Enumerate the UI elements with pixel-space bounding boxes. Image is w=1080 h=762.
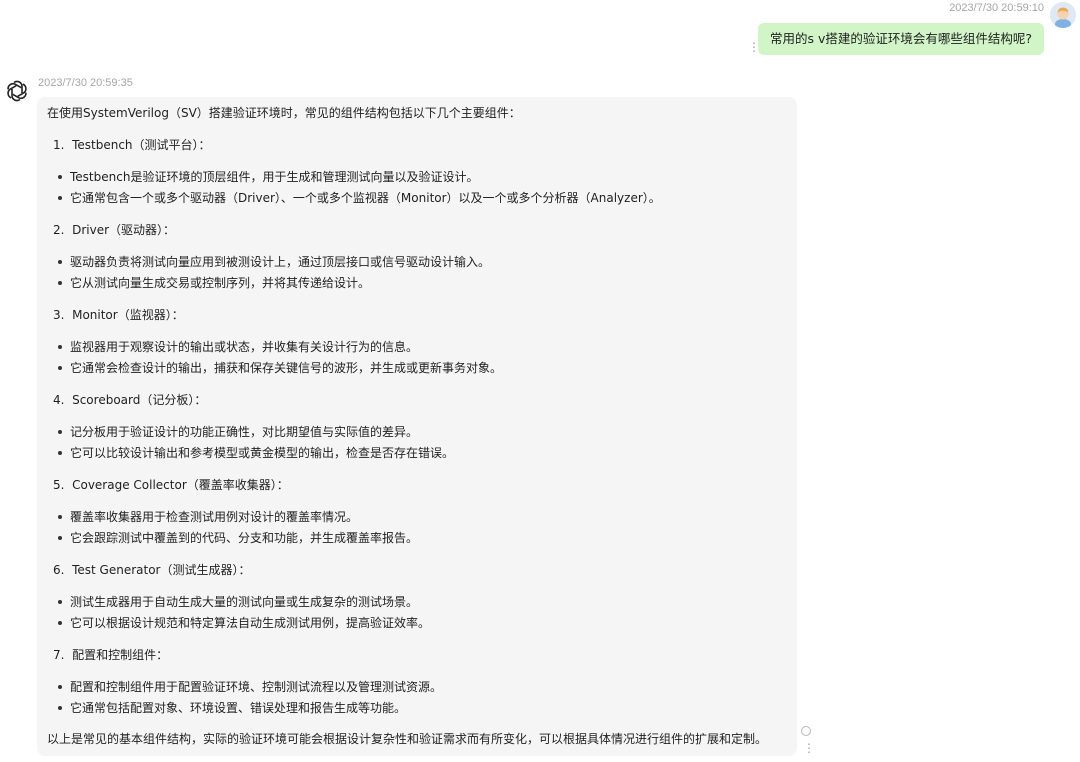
bullet-icon [58, 536, 62, 540]
list-item: 它从测试向量生成交易或控制序列，并将其传递给设计。 [70, 276, 371, 290]
bullet-icon [58, 260, 62, 264]
list-item: 它通常包含一个或多个驱动器（Driver）、一个或多个监视器（Monitor）以… [70, 191, 661, 205]
list-item: 覆盖率收集器用于检查测试用例对设计的覆盖率情况。 [70, 510, 359, 524]
bullet-icon [58, 175, 62, 179]
more-vertical-icon[interactable]: ⋮ [803, 742, 815, 754]
intro-text: 在使用SystemVerilog（SV）搭建验证环境时，常见的组件结构包括以下几… [47, 106, 521, 120]
list-item: 记分板用于验证设计的功能正确性，对比期望值与实际值的差异。 [70, 425, 419, 439]
list-item: 监视器用于观察设计的输出或状态，并收集有关设计行为的信息。 [70, 340, 419, 354]
list-item: 配置和控制组件用于配置验证环境、控制测试流程以及管理测试资源。 [70, 680, 443, 694]
bullet-icon [58, 196, 62, 200]
list-item: 驱动器负责将测试向量应用到被测设计上，通过顶层接口或信号驱动设计输入。 [70, 255, 491, 269]
section-heading: 3. Monitor（监视器）： [53, 308, 184, 322]
list-item: 它通常会检查设计的输出，捕获和保存关键信号的波形，并生成或更新事务对象。 [70, 361, 503, 375]
assistant-message-timestamp: 2023/7/30 20:59:35 [38, 77, 133, 89]
list-item: 它会跟踪测试中覆盖到的代码、分支和功能，并生成覆盖率报告。 [70, 531, 419, 545]
list-item: Testbench是验证环境的顶层组件，用于生成和管理测试向量以及验证设计。 [70, 170, 479, 184]
more-vertical-icon[interactable]: ⋮ [748, 41, 760, 53]
openai-logo-icon [4, 78, 30, 104]
bullet-icon [58, 600, 62, 604]
list-item: 它可以根据设计规范和特定算法自动生成测试用例，提高验证效率。 [70, 616, 431, 630]
user-message-bubble: 常用的s v搭建的验证环境会有哪些组件结构呢? [757, 23, 1044, 55]
bullet-icon [58, 281, 62, 285]
user-message-timestamp: 2023/7/30 20:59:10 [949, 2, 1044, 14]
bullet-icon [58, 685, 62, 689]
bullet-icon [58, 706, 62, 710]
assistant-message-bubble: 在使用SystemVerilog（SV）搭建验证环境时，常见的组件结构包括以下几… [37, 97, 797, 756]
section-heading: 2. Driver（驱动器）： [53, 223, 176, 237]
section-heading: 6. Test Generator（测试生成器）： [53, 563, 251, 577]
user-avatar-icon[interactable] [1050, 2, 1076, 28]
section-heading: 4. Scoreboard（记分板）： [53, 393, 207, 407]
bullet-icon [58, 515, 62, 519]
section-heading: 7. 配置和控制组件： [53, 648, 169, 662]
section-heading: 5. Coverage Collector（覆盖率收集器）： [53, 478, 289, 492]
section-heading: 1. Testbench（测试平台）： [53, 138, 211, 152]
bullet-icon [58, 366, 62, 370]
circle-icon [801, 726, 811, 736]
bullet-icon [58, 345, 62, 349]
bullet-icon [58, 430, 62, 434]
list-item: 测试生成器用于自动生成大量的测试向量或生成复杂的测试场景。 [70, 595, 419, 609]
conclusion-text: 以上是常见的基本组件结构，实际的验证环境可能会根据设计复杂性和验证需求而有所变化… [47, 732, 768, 746]
bullet-icon [58, 451, 62, 455]
list-item: 它可以比较设计输出和参考模型或黄金模型的输出，检查是否存在错误。 [70, 446, 455, 460]
bullet-icon [58, 621, 62, 625]
list-item: 它通常包括配置对象、环境设置、错误处理和报告生成等功能。 [70, 701, 407, 715]
